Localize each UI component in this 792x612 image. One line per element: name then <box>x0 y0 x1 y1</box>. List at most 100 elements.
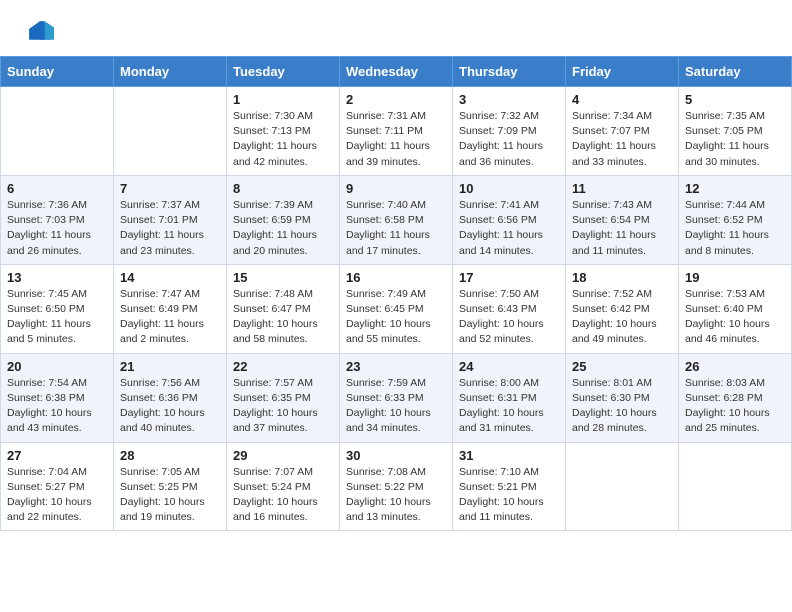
day-number: 21 <box>120 359 220 374</box>
day-info: Sunrise: 7:08 AMSunset: 5:22 PMDaylight:… <box>346 465 446 526</box>
calendar-table: SundayMondayTuesdayWednesdayThursdayFrid… <box>0 56 792 531</box>
day-info: Sunrise: 7:50 AMSunset: 6:43 PMDaylight:… <box>459 287 559 348</box>
calendar-header-wednesday: Wednesday <box>340 57 453 87</box>
day-number: 18 <box>572 270 672 285</box>
day-number: 16 <box>346 270 446 285</box>
day-info: Sunrise: 7:43 AMSunset: 6:54 PMDaylight:… <box>572 198 672 259</box>
day-number: 22 <box>233 359 333 374</box>
day-number: 12 <box>685 181 785 196</box>
calendar-cell <box>679 442 792 531</box>
calendar-week-2: 6 Sunrise: 7:36 AMSunset: 7:03 PMDaylight… <box>1 175 792 264</box>
day-info: Sunrise: 7:37 AMSunset: 7:01 PMDaylight:… <box>120 198 220 259</box>
calendar-cell <box>566 442 679 531</box>
day-info: Sunrise: 7:57 AMSunset: 6:35 PMDaylight:… <box>233 376 333 437</box>
calendar-cell: 11Sunrise: 7:43 AMSunset: 6:54 PMDayligh… <box>566 175 679 264</box>
day-number: 15 <box>233 270 333 285</box>
calendar-cell: 14 Sunrise: 7:47 AMSunset: 6:49 PMDayligh… <box>114 264 227 353</box>
day-info: Sunrise: 7:56 AMSunset: 6:36 PMDaylight:… <box>120 376 220 437</box>
day-info: Sunrise: 7:45 AMSunset: 6:50 PMDaylight:… <box>7 287 107 348</box>
day-info: Sunrise: 7:31 AMSunset: 7:11 PMDaylight:… <box>346 109 446 170</box>
calendar-cell: 30 Sunrise: 7:08 AMSunset: 5:22 PMDayligh… <box>340 442 453 531</box>
day-number: 28 <box>120 448 220 463</box>
day-info: Sunrise: 7:04 AMSunset: 5:27 PMDaylight:… <box>7 465 107 526</box>
calendar-cell: 2 Sunrise: 7:31 AMSunset: 7:11 PMDaylight… <box>340 87 453 176</box>
calendar-cell: 25 Sunrise: 8:01 AMSunset: 6:30 PMDayligh… <box>566 353 679 442</box>
calendar-cell: 26 Sunrise: 8:03 AMSunset: 6:28 PMDayligh… <box>679 353 792 442</box>
day-info: Sunrise: 7:49 AMSunset: 6:45 PMDaylight:… <box>346 287 446 348</box>
day-number: 14 <box>120 270 220 285</box>
calendar-cell: 7 Sunrise: 7:37 AMSunset: 7:01 PMDaylight… <box>114 175 227 264</box>
day-info: Sunrise: 7:52 AMSunset: 6:42 PMDaylight:… <box>572 287 672 348</box>
day-info: Sunrise: 7:36 AMSunset: 7:03 PMDaylight:… <box>7 198 107 259</box>
day-number: 26 <box>685 359 785 374</box>
day-number: 31 <box>459 448 559 463</box>
day-number: 5 <box>685 92 785 107</box>
day-number: 10 <box>459 181 559 196</box>
day-info: Sunrise: 7:40 AMSunset: 6:58 PMDaylight:… <box>346 198 446 259</box>
day-info: Sunrise: 7:10 AMSunset: 5:21 PMDaylight:… <box>459 465 559 526</box>
day-info: Sunrise: 7:59 AMSunset: 6:33 PMDaylight:… <box>346 376 446 437</box>
day-info: Sunrise: 7:07 AMSunset: 5:24 PMDaylight:… <box>233 465 333 526</box>
logo <box>24 18 54 46</box>
calendar-cell: 16 Sunrise: 7:49 AMSunset: 6:45 PMDayligh… <box>340 264 453 353</box>
calendar-cell: 3Sunrise: 7:32 AMSunset: 7:09 PMDaylight… <box>453 87 566 176</box>
day-info: Sunrise: 7:44 AMSunset: 6:52 PMDaylight:… <box>685 198 785 259</box>
day-info: Sunrise: 8:00 AMSunset: 6:31 PMDaylight:… <box>459 376 559 437</box>
day-info: Sunrise: 7:48 AMSunset: 6:47 PMDaylight:… <box>233 287 333 348</box>
calendar-cell: 8 Sunrise: 7:39 AMSunset: 6:59 PMDaylight… <box>227 175 340 264</box>
day-info: Sunrise: 7:39 AMSunset: 6:59 PMDaylight:… <box>233 198 333 259</box>
calendar-cell: 23 Sunrise: 7:59 AMSunset: 6:33 PMDayligh… <box>340 353 453 442</box>
calendar-cell: 20Sunrise: 7:54 AMSunset: 6:38 PMDayligh… <box>1 353 114 442</box>
calendar-header-thursday: Thursday <box>453 57 566 87</box>
calendar-header-tuesday: Tuesday <box>227 57 340 87</box>
day-number: 23 <box>346 359 446 374</box>
day-number: 19 <box>685 270 785 285</box>
calendar-cell: 27 Sunrise: 7:04 AMSunset: 5:27 PMDayligh… <box>1 442 114 531</box>
calendar-cell: 28 Sunrise: 7:05 AMSunset: 5:25 PMDayligh… <box>114 442 227 531</box>
calendar-header-friday: Friday <box>566 57 679 87</box>
day-number: 24 <box>459 359 559 374</box>
calendar-cell: 9Sunrise: 7:40 AMSunset: 6:58 PMDaylight… <box>340 175 453 264</box>
day-info: Sunrise: 8:01 AMSunset: 6:30 PMDaylight:… <box>572 376 672 437</box>
calendar-cell: 18 Sunrise: 7:52 AMSunset: 6:42 PMDayligh… <box>566 264 679 353</box>
calendar-cell: 10 Sunrise: 7:41 AMSunset: 6:56 PMDayligh… <box>453 175 566 264</box>
page-header <box>0 0 792 56</box>
day-number: 13 <box>7 270 107 285</box>
calendar-week-4: 20Sunrise: 7:54 AMSunset: 6:38 PMDayligh… <box>1 353 792 442</box>
calendar-cell: 19 Sunrise: 7:53 AMSunset: 6:40 PMDayligh… <box>679 264 792 353</box>
calendar-cell: 21 Sunrise: 7:56 AMSunset: 6:36 PMDayligh… <box>114 353 227 442</box>
day-number: 1 <box>233 92 333 107</box>
calendar-header-sunday: Sunday <box>1 57 114 87</box>
calendar-cell: 15 Sunrise: 7:48 AMSunset: 6:47 PMDayligh… <box>227 264 340 353</box>
day-number: 2 <box>346 92 446 107</box>
day-info: Sunrise: 7:53 AMSunset: 6:40 PMDaylight:… <box>685 287 785 348</box>
day-info: Sunrise: 7:47 AMSunset: 6:49 PMDaylight:… <box>120 287 220 348</box>
day-info: Sunrise: 7:54 AMSunset: 6:38 PMDaylight:… <box>7 376 107 437</box>
day-info: Sunrise: 7:05 AMSunset: 5:25 PMDaylight:… <box>120 465 220 526</box>
calendar-cell: 6 Sunrise: 7:36 AMSunset: 7:03 PMDaylight… <box>1 175 114 264</box>
day-number: 30 <box>346 448 446 463</box>
logo-icon <box>26 18 54 46</box>
day-info: Sunrise: 7:41 AMSunset: 6:56 PMDaylight:… <box>459 198 559 259</box>
calendar-cell <box>114 87 227 176</box>
day-number: 7 <box>120 181 220 196</box>
day-info: Sunrise: 7:30 AMSunset: 7:13 PMDaylight:… <box>233 109 333 170</box>
calendar-cell <box>1 87 114 176</box>
day-number: 29 <box>233 448 333 463</box>
day-info: Sunrise: 7:34 AMSunset: 7:07 PMDaylight:… <box>572 109 672 170</box>
calendar-cell: 13 Sunrise: 7:45 AMSunset: 6:50 PMDayligh… <box>1 264 114 353</box>
day-number: 4 <box>572 92 672 107</box>
day-info: Sunrise: 7:35 AMSunset: 7:05 PMDaylight:… <box>685 109 785 170</box>
calendar-cell: 22 Sunrise: 7:57 AMSunset: 6:35 PMDayligh… <box>227 353 340 442</box>
calendar-cell: 24 Sunrise: 8:00 AMSunset: 6:31 PMDayligh… <box>453 353 566 442</box>
calendar-week-5: 27 Sunrise: 7:04 AMSunset: 5:27 PMDayligh… <box>1 442 792 531</box>
calendar-cell: 1 Sunrise: 7:30 AMSunset: 7:13 PMDaylight… <box>227 87 340 176</box>
calendar-cell: 12 Sunrise: 7:44 AMSunset: 6:52 PMDayligh… <box>679 175 792 264</box>
calendar-cell: 4 Sunrise: 7:34 AMSunset: 7:07 PMDaylight… <box>566 87 679 176</box>
day-info: Sunrise: 8:03 AMSunset: 6:28 PMDaylight:… <box>685 376 785 437</box>
day-number: 8 <box>233 181 333 196</box>
day-number: 6 <box>7 181 107 196</box>
day-number: 27 <box>7 448 107 463</box>
calendar-header-monday: Monday <box>114 57 227 87</box>
day-number: 25 <box>572 359 672 374</box>
